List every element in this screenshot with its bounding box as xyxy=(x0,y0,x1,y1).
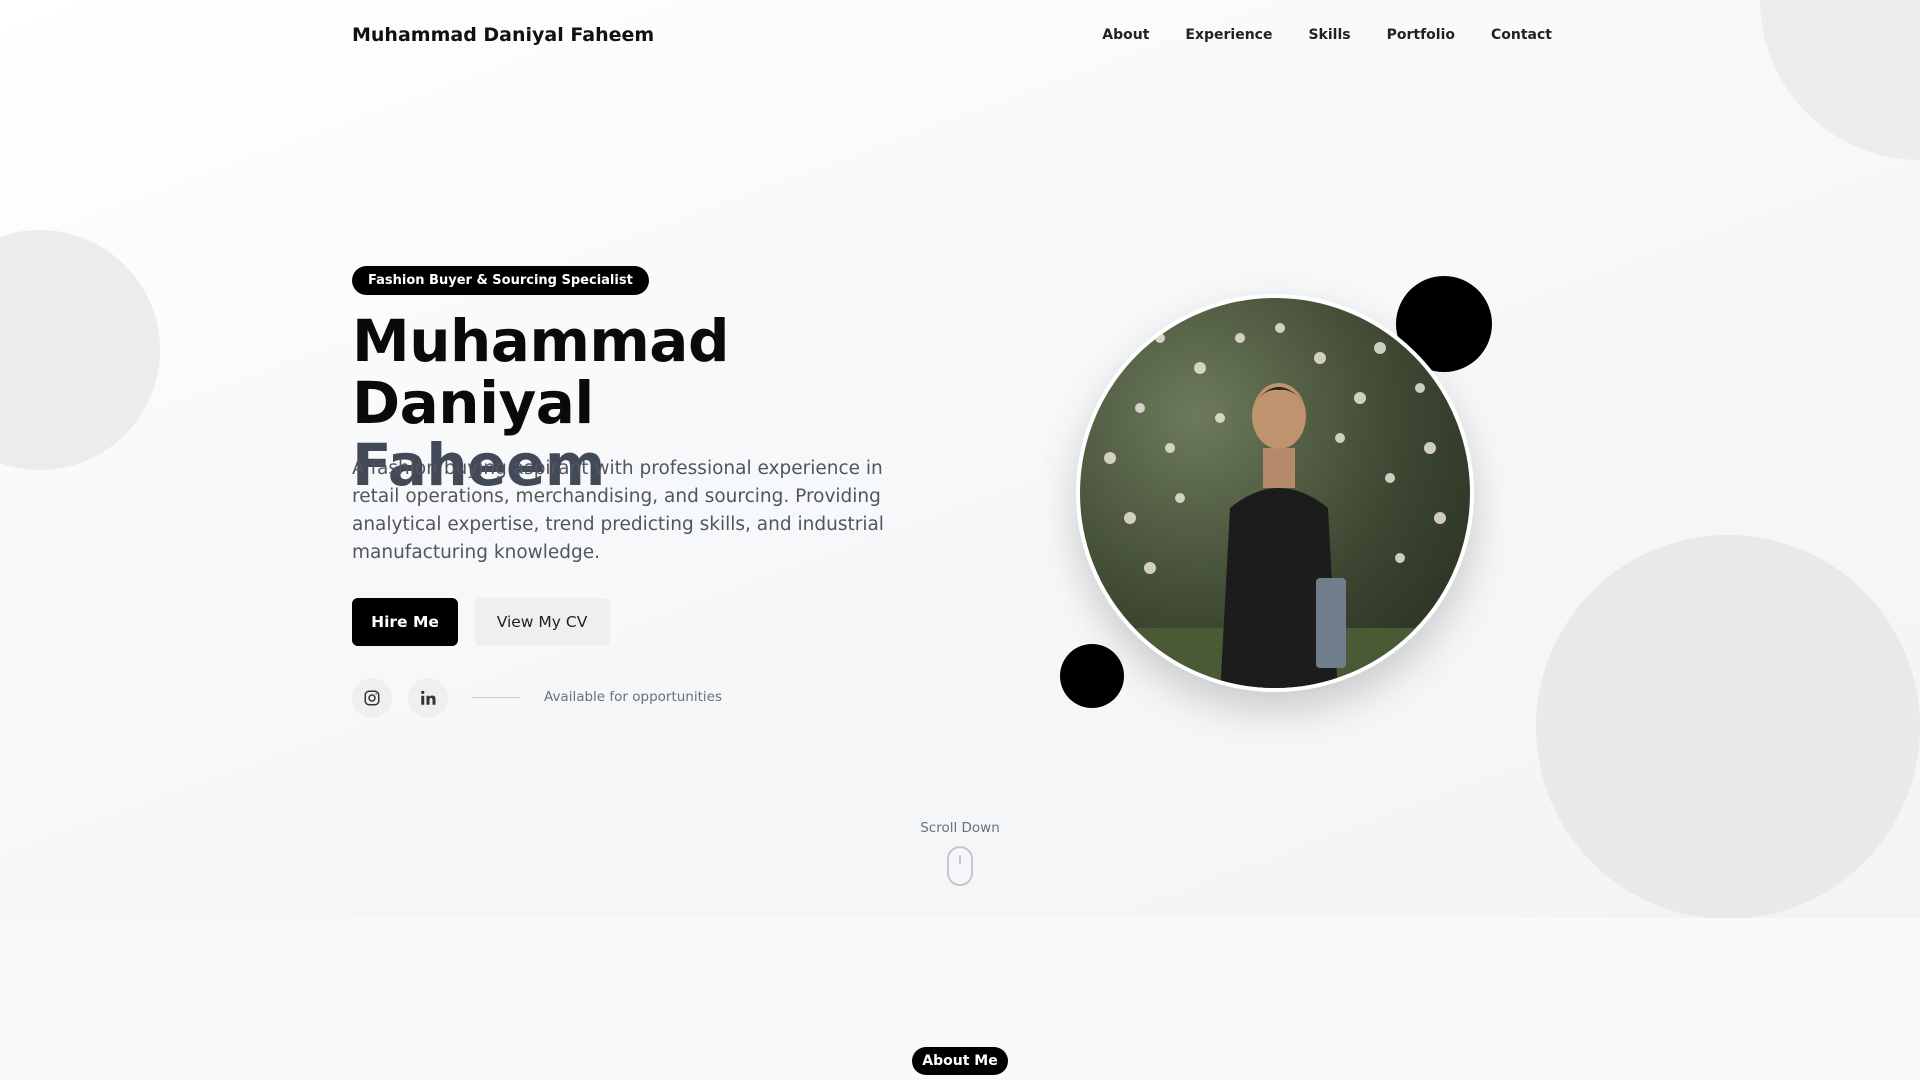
profile-photo xyxy=(1076,294,1474,692)
nav-link-about[interactable]: About xyxy=(1102,27,1149,43)
hero-description: A fashion buying aspirant with professio… xyxy=(352,458,884,563)
instagram-link[interactable] xyxy=(352,678,392,718)
mouse-icon[interactable] xyxy=(947,846,973,886)
brand-logo[interactable]: Muhammad Daniyal Faheem xyxy=(352,24,654,46)
nav-links: About Experience Skills Portfolio Contac… xyxy=(1102,27,1552,43)
nav-link-portfolio[interactable]: Portfolio xyxy=(1387,27,1455,43)
hero-section: Muhammad Daniyal Faheem About Experience… xyxy=(0,0,1920,918)
scroll-down-label: Scroll Down xyxy=(920,820,1000,836)
linkedin-icon xyxy=(421,690,436,705)
decorative-dot-bottom xyxy=(1060,644,1124,708)
decorative-circle-bottom-right xyxy=(1536,535,1920,918)
social-divider xyxy=(472,697,520,698)
decorative-circle-top-right xyxy=(1760,0,1920,160)
top-navigation: Muhammad Daniyal Faheem About Experience… xyxy=(352,20,1552,50)
instagram-icon xyxy=(364,690,380,706)
profile-photo-illustration xyxy=(1080,323,1470,688)
decorative-circle-left xyxy=(0,230,160,470)
nav-link-experience[interactable]: Experience xyxy=(1185,27,1272,43)
nav-link-skills[interactable]: Skills xyxy=(1308,27,1350,43)
role-badge: Fashion Buyer & Sourcing Specialist xyxy=(352,266,649,295)
nav-link-contact[interactable]: Contact xyxy=(1491,27,1552,43)
hire-me-button[interactable]: Hire Me xyxy=(352,598,458,646)
hero-title-first: Muhammad Daniyal xyxy=(352,307,729,437)
about-me-badge: About Me xyxy=(912,1047,1008,1075)
availability-status: Available for opportunities xyxy=(544,689,722,705)
linkedin-link[interactable] xyxy=(408,678,448,718)
view-cv-button[interactable]: View My CV xyxy=(474,598,610,646)
